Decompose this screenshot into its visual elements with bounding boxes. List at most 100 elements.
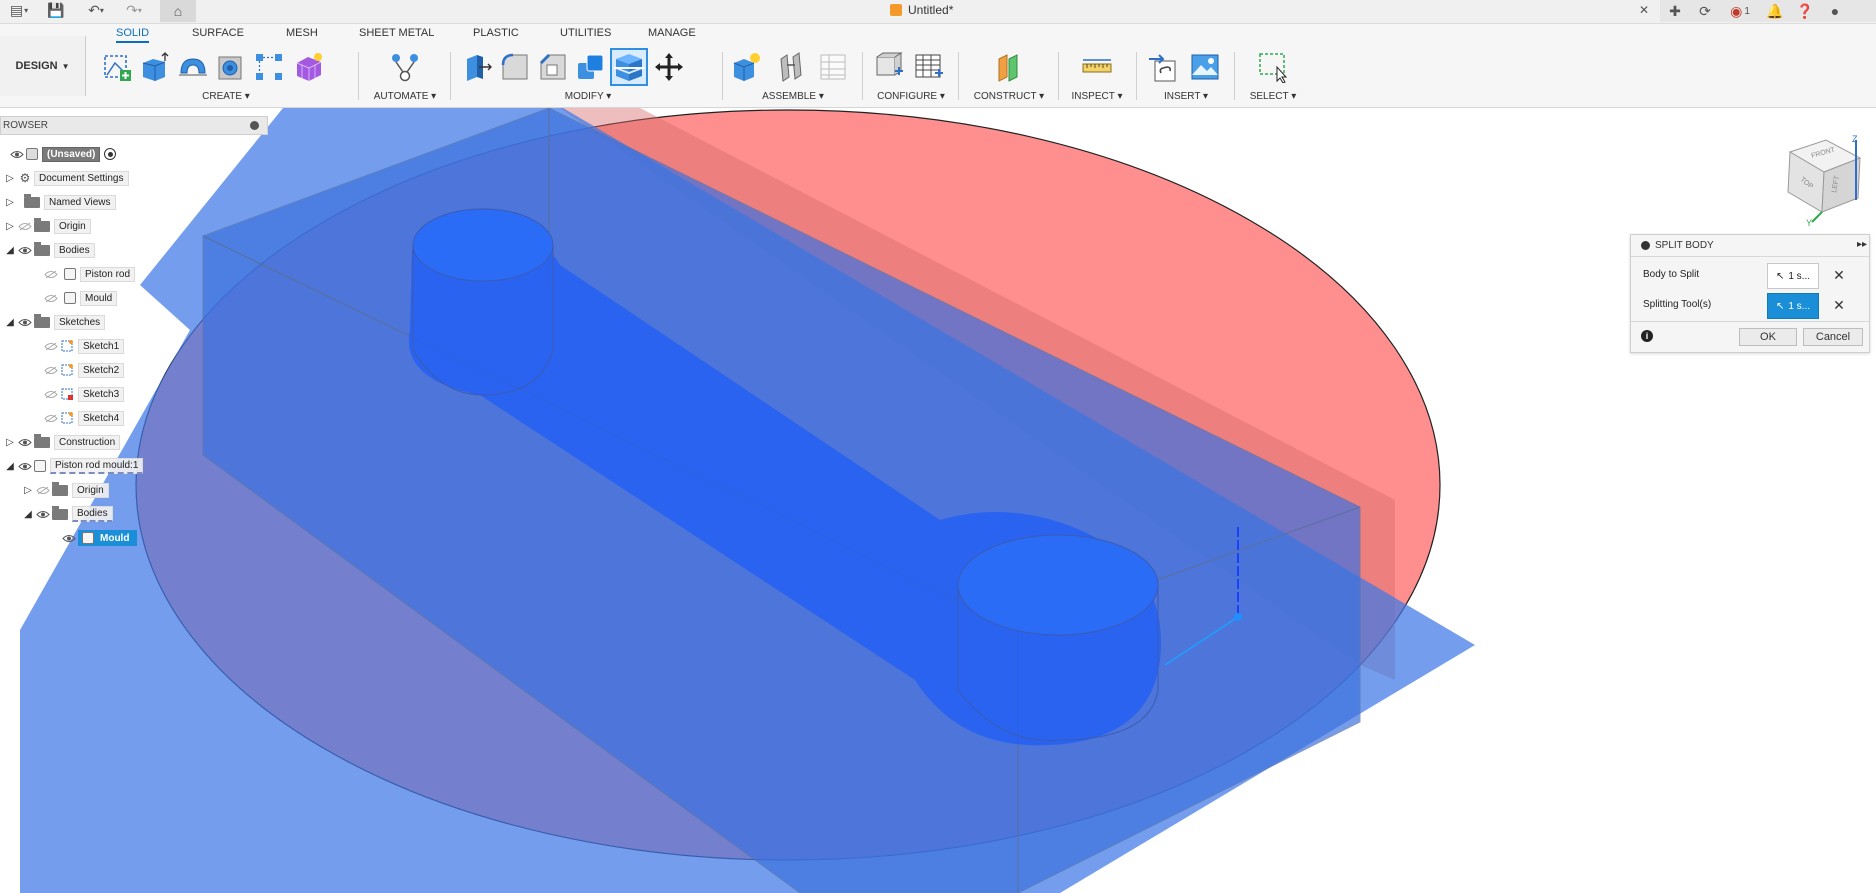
automate-menu[interactable]: AUTOMATE ▾ (362, 91, 448, 102)
redo-button[interactable]: ↷ ▾ (122, 0, 146, 20)
automate-button[interactable] (388, 50, 422, 84)
tree-row-named-views[interactable]: ▷ Named Views (4, 192, 116, 212)
new-tab-button[interactable]: ✚ (1660, 0, 1690, 22)
visibility-eye-icon[interactable] (60, 532, 78, 544)
tree-row-sketch1[interactable]: Sketch1 (42, 336, 125, 356)
insert-canvas-button[interactable] (1188, 50, 1222, 84)
ok-button[interactable]: OK (1739, 328, 1797, 346)
window-select-button[interactable] (1256, 50, 1290, 84)
workspace-switcher[interactable]: DESIGN ▼ (0, 36, 86, 96)
canvas-viewport[interactable]: FRONT TOP LEFT Z Y (0, 108, 1876, 893)
save-button[interactable]: 💾 (46, 0, 66, 20)
configuration-table-button[interactable] (912, 50, 946, 84)
info-icon[interactable]: i (1641, 330, 1653, 342)
inspect-menu[interactable]: INSPECT ▾ (1062, 91, 1132, 102)
expand-triangle-icon[interactable]: ▷ (4, 172, 16, 184)
insert-menu[interactable]: INSERT ▾ (1140, 91, 1232, 102)
browser-header[interactable]: ROWSER (0, 116, 268, 135)
shell-button[interactable] (574, 50, 608, 84)
tab-mesh[interactable]: MESH (286, 27, 318, 39)
hidden-eye-icon[interactable] (42, 412, 60, 424)
undo-button[interactable]: ↶ ▾ (84, 0, 108, 20)
visibility-eye-icon[interactable] (34, 508, 52, 520)
tree-row-sketch2[interactable]: Sketch2 (42, 360, 125, 380)
configure-menu[interactable]: CONFIGURE ▾ (866, 91, 956, 102)
file-menu-button[interactable]: ▤ ▾ (6, 0, 32, 20)
create-form-button[interactable] (292, 50, 326, 84)
dialog-expand-icon[interactable]: ▸▸ (1857, 239, 1867, 250)
extrude-button[interactable] (138, 50, 172, 84)
hidden-eye-icon[interactable] (16, 220, 34, 232)
construct-menu[interactable]: CONSTRUCT ▾ (962, 91, 1056, 102)
job-status-button[interactable]: ◉ 1 (1720, 0, 1760, 22)
tree-row-mould[interactable]: Mould (42, 288, 118, 308)
activate-radio-icon[interactable] (104, 148, 117, 160)
tree-row-mould-selected[interactable]: Mould (60, 528, 138, 548)
hidden-eye-icon[interactable] (42, 364, 60, 376)
press-pull-button[interactable] (460, 50, 494, 84)
clear-body-selection-button[interactable]: ✕ (1831, 266, 1847, 284)
visibility-eye-icon[interactable] (16, 244, 34, 256)
expand-triangle-icon[interactable]: ▷ (4, 220, 16, 232)
browser-collapse-icon[interactable] (250, 121, 259, 130)
visibility-eye-icon[interactable] (16, 460, 34, 472)
split-body-button[interactable] (610, 48, 648, 86)
assemble-table-button[interactable] (816, 50, 850, 84)
tree-row-construction[interactable]: ▷ Construction (4, 432, 121, 452)
tree-row-bodies-nested[interactable]: ◢ Bodies (22, 504, 113, 524)
help-button[interactable]: ❓ (1790, 0, 1820, 22)
collapse-triangle-icon[interactable]: ◢ (22, 508, 34, 520)
collapse-triangle-icon[interactable]: ◢ (4, 460, 16, 472)
close-tab-button[interactable]: ✕ (1636, 0, 1652, 20)
online-status-button[interactable]: ⟳ (1690, 0, 1720, 22)
tree-row-bodies[interactable]: ◢ Bodies (4, 240, 95, 260)
hidden-eye-icon[interactable] (42, 292, 60, 304)
configure-model-button[interactable] (872, 50, 906, 84)
assemble-menu[interactable]: ASSEMBLE ▾ (726, 91, 860, 102)
tab-solid[interactable]: SOLID (116, 27, 150, 43)
home-button[interactable]: ⌂ (160, 0, 196, 22)
modify-menu[interactable]: MODIFY ▾ (456, 91, 720, 102)
chamfer-button[interactable] (536, 50, 570, 84)
collapse-triangle-icon[interactable]: ◢ (4, 244, 16, 256)
expand-triangle-icon[interactable]: ▷ (4, 196, 16, 208)
tree-row-sketch3[interactable]: Sketch3 (42, 384, 125, 404)
tab-sheet-metal[interactable]: SHEET METAL (359, 27, 434, 39)
select-menu[interactable]: SELECT ▾ (1238, 91, 1308, 102)
tree-row-root[interactable]: (Unsaved) (8, 144, 117, 164)
tab-surface[interactable]: SURFACE (192, 27, 244, 39)
tab-plastic[interactable]: PLASTIC (473, 27, 519, 39)
expand-triangle-icon[interactable]: ▷ (4, 436, 16, 448)
tree-row-sketch4[interactable]: Sketch4 (42, 408, 125, 428)
visibility-eye-icon[interactable] (16, 436, 34, 448)
tree-row-sketches[interactable]: ◢ Sketches (4, 312, 106, 332)
user-button[interactable]: ● (1820, 0, 1850, 22)
hole-button[interactable] (214, 50, 248, 84)
dialog-header[interactable]: SPLIT BODY ▸▸ (1631, 235, 1869, 257)
dialog-collapse-icon[interactable] (1641, 241, 1650, 250)
cancel-button[interactable]: Cancel (1803, 328, 1863, 346)
revolve-button[interactable] (176, 50, 210, 84)
clear-tool-selection-button[interactable]: ✕ (1831, 296, 1847, 314)
visibility-eye-icon[interactable] (8, 148, 26, 160)
tab-utilities[interactable]: UTILITIES (560, 27, 611, 39)
joint-button[interactable] (774, 50, 808, 84)
tree-row-origin-nested[interactable]: ▷ Origin (22, 480, 109, 500)
create-menu[interactable]: CREATE ▾ (96, 91, 356, 102)
offset-plane-button[interactable] (992, 50, 1026, 84)
visibility-eye-icon[interactable] (16, 316, 34, 328)
document-tab[interactable]: Untitled* (890, 3, 953, 17)
tab-manage[interactable]: MANAGE (648, 27, 696, 39)
fillet-button[interactable] (498, 50, 532, 84)
create-sketch-button[interactable] (100, 50, 134, 84)
new-component-button[interactable] (730, 50, 764, 84)
tree-row-piston-rod[interactable]: Piston rod (42, 264, 136, 284)
insert-derive-button[interactable] (1146, 50, 1180, 84)
hidden-eye-icon[interactable] (42, 268, 60, 280)
tree-row-piston-rod-mould[interactable]: ◢ Piston rod mould:1 (4, 456, 144, 476)
measure-button[interactable] (1080, 50, 1114, 84)
rectangular-pattern-button[interactable] (252, 50, 286, 84)
body-to-split-selector[interactable]: ↖ 1 s... (1767, 263, 1819, 289)
expand-triangle-icon[interactable]: ▷ (22, 484, 34, 496)
tree-row-document-settings[interactable]: ▷ ⚙ Document Settings (4, 168, 129, 188)
